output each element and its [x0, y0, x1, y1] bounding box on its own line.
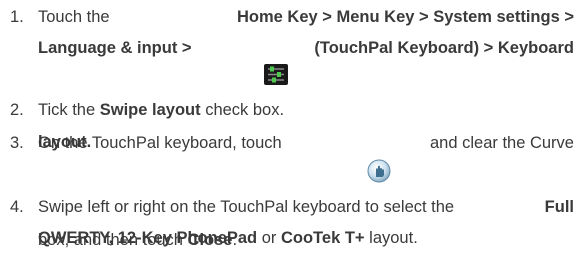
- step-4-line-2: QWERTY, 12-Key PhonePad or CooTek T+ lay…: [38, 223, 574, 254]
- step-1-number: 1.: [10, 8, 24, 26]
- step-4-text-a: Swipe left or right on the TouchPal keyb…: [38, 198, 455, 216]
- step-2-text-pre: Tick the: [38, 101, 100, 119]
- step-4-text-end: layout.: [364, 229, 418, 247]
- step-4-layouts-a: QWERTY, 12-Key PhonePad: [38, 229, 258, 247]
- step-4-line-1: Swipe left or right on the TouchPal keyb…: [38, 192, 574, 223]
- step-2-text-post: check box.: [200, 101, 285, 119]
- step-4-text-or: or: [257, 229, 281, 247]
- instructions-document: 1. Touch the Home Key > Menu Key > Syste…: [0, 0, 582, 256]
- step-4-layouts-b: CooTek T+: [280, 229, 365, 247]
- step-4-body: Swipe left or right on the TouchPal keyb…: [38, 192, 574, 254]
- step-4-number: 4.: [10, 198, 24, 216]
- step-4-full: Full: [544, 198, 574, 216]
- step-2-line: Tick the Swipe layout check box.: [38, 95, 574, 126]
- step-1-path-part-1: Home Key > Menu Key > System settings >: [236, 8, 574, 26]
- step-2-body: Tick the Swipe layout check box.: [38, 95, 574, 126]
- step-3-number: 3.: [10, 134, 24, 152]
- step-1-line-1: Touch the Home Key > Menu Key > System s…: [38, 2, 574, 33]
- step-2-number: 2.: [10, 101, 24, 119]
- step-2-swipe-layout: Swipe layout: [99, 101, 201, 119]
- step-1-text-a: Touch the: [38, 8, 110, 26]
